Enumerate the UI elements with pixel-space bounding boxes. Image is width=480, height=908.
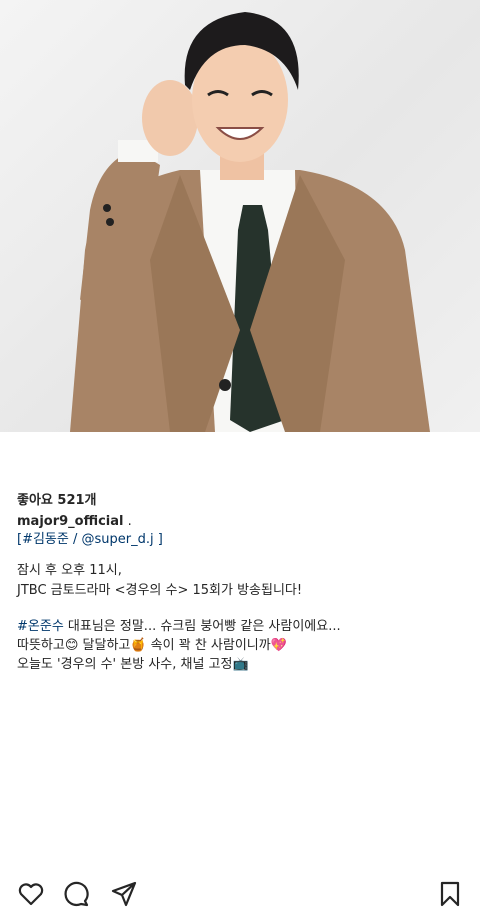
caption-line-5: 따뜻하고😊 달달하고🍯 속이 꽉 찬 사람이니까💖 [17,638,287,653]
comment-icon[interactable] [62,880,90,908]
caption-line-4: #온준수 대표님은 정말... 슈크림 붕어빵 같은 사람이에요... [17,618,341,635]
caption-line-2: JTBC 금토드라마 <경우의 수> 15회가 방송됩니다! [17,583,303,598]
caption-line-6: 오늘도 '경우의 수' 본방 사수, 채널 고정📺 [17,657,249,672]
mentions-line[interactable]: [#김동준 / @super_d.j ] [17,531,163,548]
caption-line-4-rest: 대표님은 정말... 슈크림 붕어빵 같은 사람이에요... [63,619,341,634]
caption-line-1: 잠시 후 오후 11시, [17,563,122,578]
username-suffix: . [123,514,132,529]
heart-icon[interactable] [17,880,45,908]
username-link[interactable]: major9_official [17,514,123,529]
hashtag-link[interactable]: #온준수 [17,619,64,634]
post-photo[interactable] [0,0,480,432]
share-icon[interactable] [110,880,138,908]
person-photo [70,12,430,432]
like-count[interactable]: 좋아요 521개 [17,492,97,509]
bookmark-icon[interactable] [436,880,464,908]
post-author-line: major9_official . [17,513,132,530]
post-actions-bar [0,432,480,907]
